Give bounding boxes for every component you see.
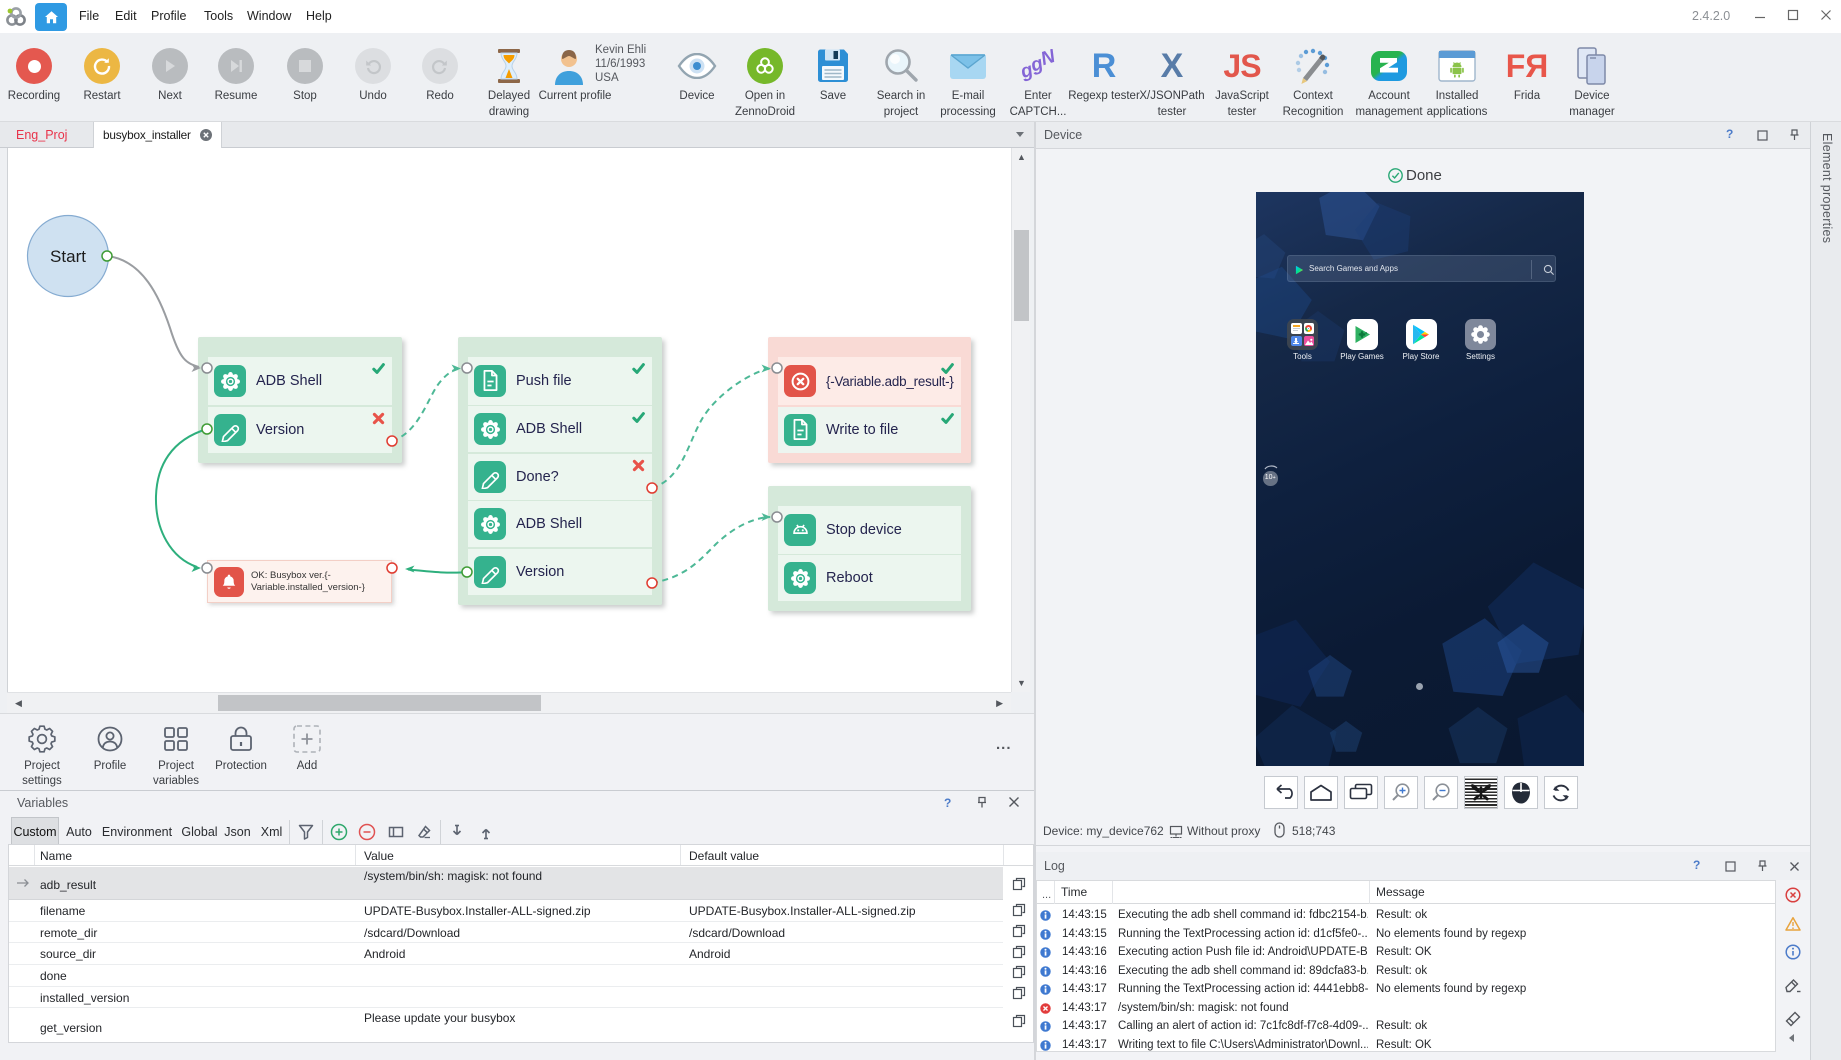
svg-text:Start: Start bbox=[50, 247, 86, 266]
svg-text:?: ? bbox=[944, 796, 951, 809]
svg-text:ggN: ggN bbox=[1016, 49, 1060, 83]
